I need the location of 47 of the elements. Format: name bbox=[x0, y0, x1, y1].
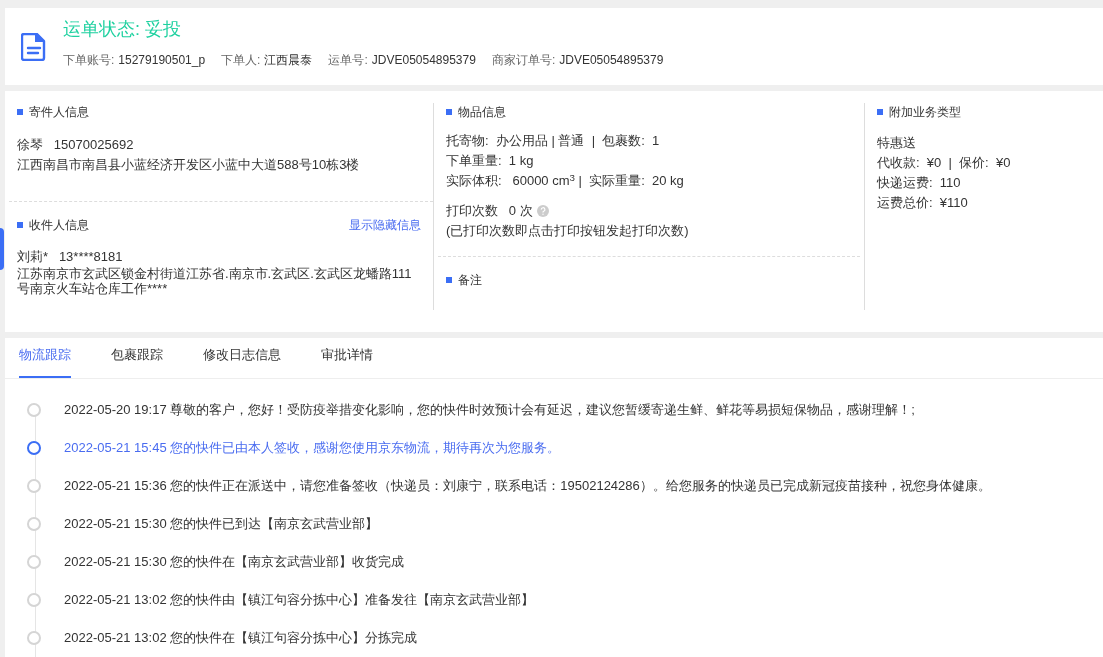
section-title: 物品信息 bbox=[458, 104, 506, 122]
document-icon bbox=[21, 32, 47, 61]
section-title: 附加业务类型 bbox=[889, 104, 961, 122]
field-value: JDVE05054895379 bbox=[371, 52, 476, 70]
section-marker-icon bbox=[446, 277, 452, 284]
section-marker-icon bbox=[446, 109, 452, 116]
print-note: (已打印次数即点击打印按钮发起打印次数) bbox=[446, 222, 690, 241]
section-title: 寄件人信息 bbox=[29, 104, 89, 122]
service-detail: 运费总价: ¥110 bbox=[877, 194, 969, 213]
section-marker-icon bbox=[17, 109, 23, 116]
help-icon bbox=[536, 205, 549, 218]
section-title: 备注 bbox=[458, 272, 482, 290]
goods-detail: 下单重量: 1 kg bbox=[446, 152, 535, 171]
timeline-entry: 2022-05-21 15:30 您的快件已到达【南京玄武营业部】 bbox=[64, 515, 379, 534]
timeline-entry: 2022-05-21 15:30 您的快件在【南京玄武营业部】收货完成 bbox=[64, 553, 405, 572]
show-hidden-info-link[interactable]: 显示隐藏信息 bbox=[349, 216, 421, 235]
service-detail: 快递运费: 110 bbox=[877, 174, 962, 193]
timeline-entry: 2022-05-20 19:17 尊敬的客户，您好！受防疫举措变化影响，您的快件时效预计会有延迟，建议您暂缓寄递生鲜、鲜花等易损短保物品，感谢理解！; bbox=[64, 401, 915, 420]
field-value: JDVE05054895379 bbox=[559, 52, 664, 70]
field-label: 下单人: bbox=[221, 52, 261, 70]
goods-detail: 托寄物: 办公用品 | 普通 | 包裹数: 1 bbox=[446, 132, 661, 151]
status-title: 运单状态: 妥投 bbox=[63, 18, 182, 42]
field-value: 15279190501_p bbox=[118, 52, 206, 70]
service-detail: 特惠送 bbox=[877, 134, 917, 153]
tab[interactable]: 审批详情 bbox=[321, 344, 373, 378]
field-label: 下单账号: bbox=[63, 52, 115, 70]
field-value: 江西晨泰 bbox=[264, 52, 313, 70]
timeline-entry: 2022-05-21 15:36 您的快件正在派送中，请您准备签收（快递员：刘康宁，联系电话：19502124286）。给您服务的快递员已完成新冠疫苗接种，祝您身体健康。 bbox=[64, 477, 991, 496]
section-marker-icon bbox=[877, 109, 883, 116]
sender-name-phone: 徐琴 15070025692 bbox=[17, 136, 135, 155]
service-detail: 代收款: ¥0 | 保价: ¥0 bbox=[877, 154, 1011, 173]
timeline-entry: 2022-05-21 15:45 您的快件已由本人签收，感谢您使用京东物流，期待再次为您服务。 bbox=[64, 439, 561, 458]
goods-detail: 实际体积: 60000 cm$^{3}$ | 实际重量: 20 kg bbox=[446, 171, 685, 191]
section-marker-icon bbox=[17, 222, 23, 229]
receiver-address: 江苏南京市玄武区锁金村街道江苏省.南京市.玄武区.玄武区龙蟠路111号南京火车站仓库工作**** bbox=[17, 266, 413, 297]
sender-address: 江西南昌市南昌县小蓝经济开发区小蓝中大道588号10栋3楼 bbox=[17, 155, 361, 174]
timeline-entry: 2022-05-21 13:02 您的快件由【镇江句容分拣中心】准备发往【南京玄武营业部】 bbox=[64, 591, 535, 610]
side-handle[interactable] bbox=[0, 228, 4, 270]
receiver-name-phone: 刘莉* 13****8181 bbox=[17, 248, 124, 267]
print-count: 打印次数 0 次 bbox=[446, 202, 533, 221]
timeline-entry: 2022-05-21 13:02 您的快件在【镇江句容分拣中心】分拣完成 bbox=[64, 629, 418, 648]
field-label: 商家订单号: bbox=[491, 52, 556, 70]
tab[interactable]: 修改日志信息 bbox=[203, 344, 281, 378]
field-label: 运单号: bbox=[328, 52, 368, 70]
tab[interactable]: 物流跟踪 bbox=[19, 344, 71, 378]
tab[interactable]: 包裹跟踪 bbox=[111, 344, 163, 378]
section-title: 收件人信息 bbox=[29, 217, 89, 235]
